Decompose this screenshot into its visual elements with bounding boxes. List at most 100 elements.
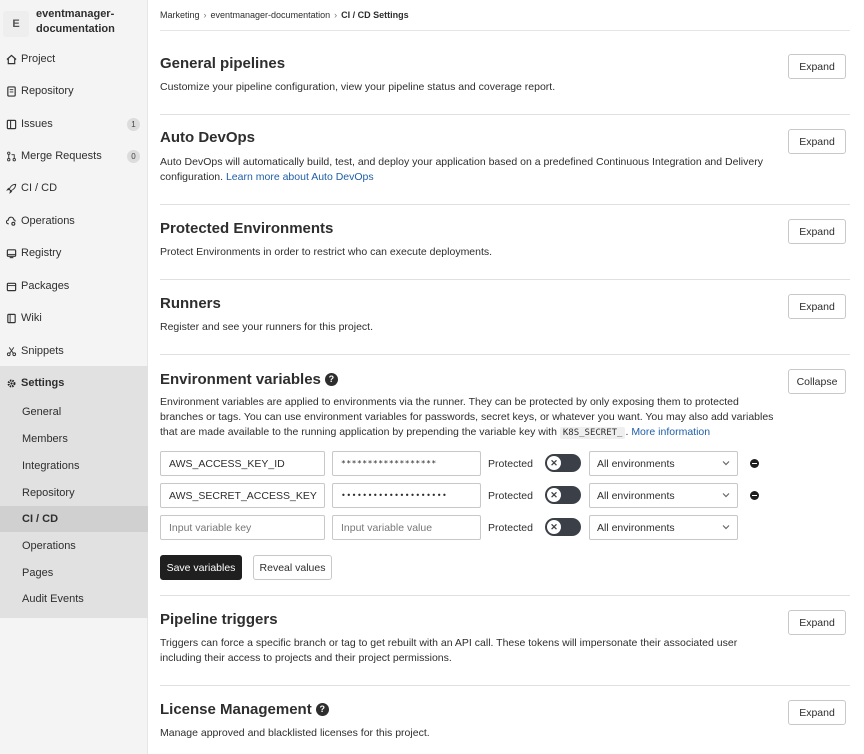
scissors-icon: [5, 345, 18, 358]
protected-label: Protected: [488, 522, 533, 534]
sidebar-item-label: Operations: [21, 215, 75, 227]
protected-toggle[interactable]: ✕: [545, 518, 581, 536]
section-title: License Management?: [160, 701, 329, 718]
breadcrumb-separator: ›: [334, 10, 338, 20]
sidebar-item-wiki[interactable]: Wiki: [0, 304, 148, 332]
save-variables-button[interactable]: Save variables: [160, 555, 242, 580]
new-variable-value-input[interactable]: Input variable value: [332, 515, 481, 540]
variable-value-input[interactable]: ******************: [332, 451, 481, 476]
project-header[interactable]: E eventmanager-documentation: [0, 0, 147, 44]
expand-button[interactable]: Expand: [788, 610, 846, 635]
breadcrumb-current[interactable]: CI / CD Settings: [341, 10, 409, 20]
settings-item-integrations[interactable]: Integrations: [0, 453, 148, 479]
environment-scope-select[interactable]: All environments: [589, 483, 738, 508]
breadcrumb-group[interactable]: Marketing: [160, 10, 200, 20]
settings-submenu: Settings General Members Integrations Re…: [0, 366, 148, 618]
sidebar-item-label: Wiki: [21, 312, 42, 324]
section-description: Protect Environments in order to restric…: [160, 246, 493, 258]
protected-toggle[interactable]: ✕: [545, 486, 581, 504]
settings-item-pages[interactable]: Pages: [0, 560, 148, 586]
sidebar-item-packages[interactable]: Packages: [0, 272, 148, 300]
settings-item-members[interactable]: Members: [0, 426, 148, 452]
section-protected-environments: Protected Environments Protect Environme…: [160, 205, 850, 280]
protected-toggle[interactable]: ✕: [545, 454, 581, 472]
cloud-gear-icon: [5, 215, 18, 228]
section-runners: Runners Register and see your runners fo…: [160, 280, 850, 355]
remove-variable-icon[interactable]: [750, 491, 759, 500]
sidebar-item-ci-cd[interactable]: CI / CD: [0, 174, 148, 202]
expand-button[interactable]: Expand: [788, 54, 846, 79]
sidebar-item-label: Project: [21, 53, 56, 65]
expand-button[interactable]: Expand: [788, 219, 846, 244]
new-variable-key-input[interactable]: Input variable key: [160, 515, 325, 540]
section-title: Auto DevOps: [160, 129, 256, 146]
learn-more-link[interactable]: Learn more about Auto DevOps: [226, 171, 374, 183]
variable-key-input[interactable]: AWS_SECRET_ACCESS_KEY: [160, 483, 325, 508]
toggle-off-icon: ✕: [547, 456, 561, 470]
section-description: Manage approved and blacklisted licenses…: [160, 727, 430, 739]
sidebar-item-label: Issues: [21, 118, 53, 130]
sidebar-item-label: Registry: [21, 247, 62, 259]
section-auto-devops: Auto DevOps Auto DevOps will automatical…: [160, 115, 850, 205]
settings-item-audit-events[interactable]: Audit Events: [0, 586, 148, 612]
sidebar-item-snippets[interactable]: Snippets: [0, 337, 148, 365]
sidebar-item-label: Merge Requests: [21, 150, 102, 162]
sidebar-item-label: Repository: [21, 85, 74, 97]
section-description: Environment variables are applied to env…: [160, 395, 775, 441]
section-title: Environment variables?: [160, 371, 338, 388]
protected-label: Protected: [488, 458, 533, 470]
section-title: Pipeline triggers: [160, 611, 278, 628]
description-end: .: [625, 426, 629, 438]
issues-count-badge: 1: [127, 117, 140, 131]
variable-key-input[interactable]: AWS_ACCESS_KEY_ID: [160, 451, 325, 476]
remove-variable-icon[interactable]: [750, 459, 759, 468]
settings-item-general[interactable]: General: [0, 399, 148, 425]
section-description: Customize your pipeline configuration, v…: [160, 81, 556, 93]
sidebar-item-repository[interactable]: Repository: [0, 77, 148, 105]
sidebar-item-merge-requests[interactable]: Merge Requests 0: [0, 142, 148, 170]
sidebar-item-operations[interactable]: Operations: [0, 207, 148, 235]
project-name[interactable]: eventmanager-documentation: [36, 7, 131, 37]
gear-icon: [5, 377, 18, 390]
toggle-off-icon: ✕: [547, 520, 561, 534]
expand-button[interactable]: Expand: [788, 700, 846, 725]
section-title: Protected Environments: [160, 220, 334, 237]
environment-scope-select[interactable]: All environments: [589, 515, 738, 540]
section-title-text: License Management: [160, 701, 312, 718]
sidebar-item-project[interactable]: Project: [0, 45, 148, 73]
reveal-values-button[interactable]: Reveal values: [253, 555, 332, 580]
section-description: Auto DevOps will automatically build, te…: [160, 155, 770, 185]
rocket-icon: [5, 182, 18, 195]
sidebar-item-registry[interactable]: Registry: [0, 239, 148, 267]
section-title: Runners: [160, 295, 221, 312]
issues-icon: [5, 118, 18, 131]
book-icon: [5, 312, 18, 325]
collapse-button[interactable]: Collapse: [788, 369, 846, 394]
expand-button[interactable]: Expand: [788, 294, 846, 319]
protected-label: Protected: [488, 490, 533, 502]
breadcrumb: Marketing › eventmanager-documentation ›…: [160, 10, 409, 20]
expand-button[interactable]: Expand: [788, 129, 846, 154]
toggle-off-icon: ✕: [547, 488, 561, 502]
section-general-pipelines: General pipelines Customize your pipelin…: [160, 31, 850, 115]
breadcrumb-project[interactable]: eventmanager-documentation: [211, 10, 331, 20]
breadcrumb-separator: ›: [203, 10, 207, 20]
package-icon: [5, 280, 18, 293]
section-pipeline-triggers: Pipeline triggers Triggers can force a s…: [160, 596, 850, 686]
settings-item-ci-cd[interactable]: CI / CD: [0, 506, 148, 532]
environment-scope-select[interactable]: All environments: [589, 451, 738, 476]
settings-item-operations[interactable]: Operations: [0, 533, 148, 559]
question-icon[interactable]: ?: [324, 372, 338, 386]
question-icon[interactable]: ?: [315, 702, 329, 716]
sidebar-item-issues[interactable]: Issues 1: [0, 110, 148, 138]
home-icon: [5, 53, 18, 66]
select-value: All environments: [597, 489, 675, 502]
section-description: Triggers can force a specific branch or …: [160, 637, 738, 664]
settings-item-repository[interactable]: Repository: [0, 480, 148, 506]
section-description: Register and see your runners for this p…: [160, 321, 374, 333]
sidebar-item-settings[interactable]: Settings: [0, 369, 148, 397]
variable-value-input[interactable]: ••••••••••••••••••••: [332, 483, 481, 508]
merge-request-icon: [5, 150, 18, 163]
merge-requests-count-badge: 0: [127, 149, 140, 163]
more-information-link[interactable]: More information: [631, 426, 710, 438]
